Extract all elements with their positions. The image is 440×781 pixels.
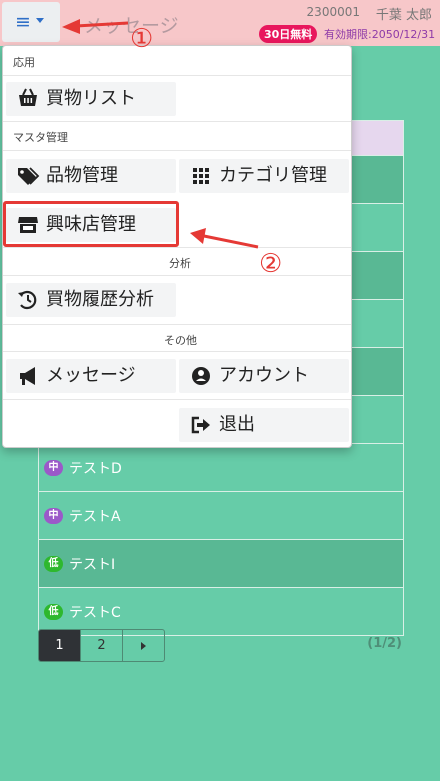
annotation-arrows: [62, 19, 259, 249]
step-2-label: ②: [259, 249, 283, 279]
step-1-label: ①: [130, 24, 154, 54]
